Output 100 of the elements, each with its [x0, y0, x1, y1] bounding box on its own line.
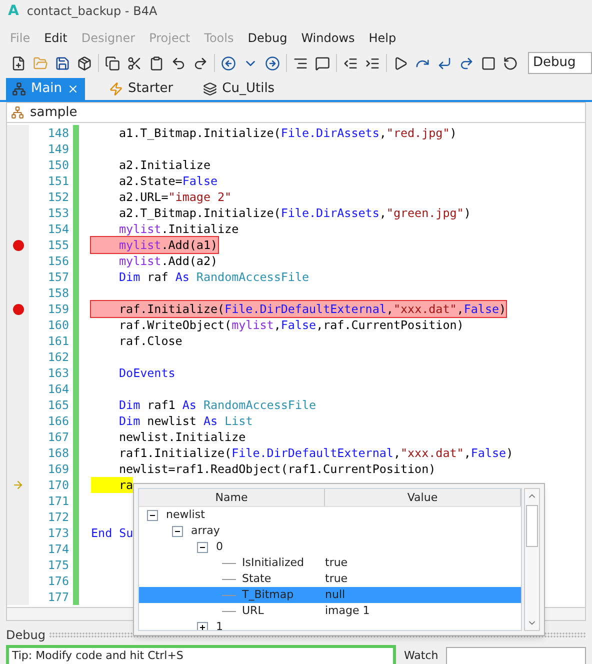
tab-icon — [109, 82, 124, 96]
collapse-icon[interactable] — [197, 542, 208, 552]
line-number: 172 — [46, 509, 69, 525]
line-number: 176 — [46, 573, 69, 589]
run-icon[interactable] — [393, 56, 408, 70]
variable-value: null — [325, 587, 346, 603]
sub-icon — [11, 106, 24, 119]
cut-icon[interactable] — [127, 56, 142, 70]
scroll-thumb[interactable] — [526, 505, 538, 547]
collapse-icon[interactable] — [147, 510, 158, 520]
restart-icon[interactable] — [503, 56, 518, 70]
watch-field[interactable] — [446, 647, 586, 664]
code-line: raf.Close — [118, 333, 182, 349]
line-number: 170 — [46, 477, 69, 493]
close-icon[interactable] — [67, 83, 80, 95]
build-config-dropdown[interactable]: Debug — [528, 52, 592, 74]
tab-icon — [203, 82, 218, 96]
line-number: 148 — [46, 125, 69, 141]
back-icon[interactable] — [221, 56, 236, 70]
app-logo: A — [8, 2, 19, 20]
redo-icon[interactable] — [193, 56, 208, 70]
package-icon[interactable] — [77, 56, 92, 70]
code-line: mylist.Initialize — [118, 221, 239, 237]
code-line: a2.State=False — [118, 173, 218, 189]
copy-icon[interactable] — [105, 56, 120, 70]
code-line: a2.URL="image 2" — [118, 189, 232, 205]
code-line: Dim raf1 As RandomAccessFile — [118, 397, 316, 413]
outdent-icon[interactable] — [343, 56, 358, 70]
line-number: 175 — [46, 557, 69, 573]
paste-icon[interactable] — [149, 56, 164, 70]
code-line: End Su — [91, 525, 134, 541]
column-header[interactable]: Name — [139, 489, 325, 506]
tree-row[interactable]: T_Bitmap null — [139, 587, 521, 603]
line-number: 149 — [46, 141, 69, 157]
code-line: Dim newlist As List — [118, 413, 253, 429]
variable-name: State — [242, 571, 272, 587]
menu-item[interactable]: Edit — [37, 29, 74, 47]
menu-item[interactable]: Windows — [294, 29, 362, 47]
line-number: 151 — [46, 173, 69, 189]
open-folder-icon[interactable] — [33, 56, 48, 70]
breakpoint-icon[interactable] — [12, 304, 24, 314]
code-line: raf1.Initialize(File.DirDefaultExternal,"xxx.dat",False) — [118, 445, 514, 461]
comment-lines-icon[interactable] — [293, 56, 308, 70]
tree-row[interactable]: URL image 1 — [139, 603, 521, 619]
stop-icon[interactable] — [481, 56, 496, 70]
line-number: 159 — [46, 301, 69, 317]
step-out-icon[interactable] — [459, 56, 474, 70]
code-line: a2.T_Bitmap.Initialize(File.DirAssets,"green.jpg") — [118, 205, 471, 221]
line-number: 156 — [46, 253, 69, 269]
uncomment-lines-icon[interactable] — [315, 56, 330, 70]
code-line: a1.T_Bitmap.Initialize(File.DirAssets,"red.jpg") — [118, 125, 457, 141]
forward-icon[interactable] — [265, 56, 280, 70]
code-line: raf.WriteObject(mylist,False,raf.CurrentPosition) — [118, 317, 464, 333]
menu-item[interactable]: Help — [362, 29, 404, 47]
gutter-cell[interactable] — [7, 125, 29, 141]
undo-icon[interactable] — [171, 56, 186, 70]
editor-tab[interactable]: Cu_Utils — [197, 78, 281, 100]
save-icon[interactable] — [55, 56, 70, 70]
variable-value: true — [325, 571, 348, 587]
tab-icon — [12, 82, 26, 96]
collapse-icon[interactable] — [172, 526, 183, 536]
line-number: 158 — [46, 285, 69, 301]
editor-tab[interactable]: Main — [6, 78, 86, 100]
code-line: a2.Initialize — [118, 157, 210, 173]
line-number: 173 — [46, 525, 69, 541]
window-title: contact_backup - B4A — [26, 3, 158, 20]
line-number: 150 — [46, 157, 69, 173]
new-file-icon[interactable] — [11, 56, 26, 70]
line-number: 152 — [46, 189, 69, 205]
variable-name: 0 — [216, 539, 223, 555]
step-into-icon[interactable] — [437, 56, 452, 70]
variable-name: 1 — [216, 619, 223, 630]
variable-name: T_Bitmap — [242, 587, 294, 603]
line-number: 163 — [46, 365, 69, 381]
editor-tab[interactable]: Starter — [103, 78, 180, 100]
code-line: Dim raf As RandomAccessFile — [118, 269, 310, 285]
line-number: 161 — [46, 333, 69, 349]
watch-label: Watch — [404, 648, 438, 664]
panel-title: Debug — [6, 627, 46, 644]
gutter-cell[interactable] — [7, 589, 29, 605]
column-header[interactable]: Value — [325, 489, 521, 506]
line-number: 154 — [46, 221, 69, 237]
variable-name: array — [191, 523, 220, 539]
variable-name: URL — [242, 603, 264, 619]
menu-item[interactable]: Debug — [240, 29, 294, 47]
line-number: 171 — [46, 493, 69, 509]
indent-icon[interactable] — [365, 56, 380, 70]
line-number: 153 — [46, 205, 69, 221]
line-number: 164 — [46, 381, 69, 397]
line-number: 177 — [46, 589, 69, 605]
current-line-arrow-icon — [12, 479, 24, 491]
tree-row[interactable]: State true — [139, 571, 521, 587]
vertical-scrollbar[interactable] — [524, 488, 540, 631]
line-number: 160 — [46, 317, 69, 333]
tree-row[interactable]: IsInitialized true — [139, 555, 521, 571]
code-line: newlist.Initialize — [118, 429, 246, 445]
expand-icon[interactable] — [197, 622, 208, 630]
breakpoint-icon[interactable] — [12, 240, 24, 250]
line-number: 155 — [46, 237, 69, 253]
code-line: DoEvents — [118, 365, 176, 381]
